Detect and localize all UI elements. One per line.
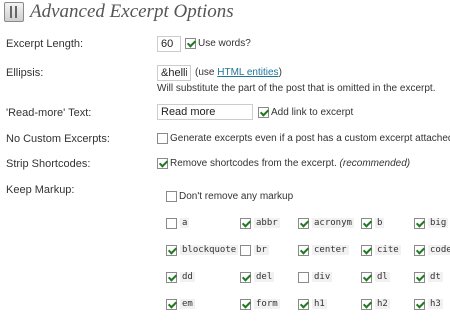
tag-label-dd: dd xyxy=(180,272,195,282)
tools-icon xyxy=(4,2,24,22)
tag-label-h2: h2 xyxy=(375,299,390,309)
tag-checkbox-form[interactable] xyxy=(240,299,251,310)
excerpt-length-input[interactable] xyxy=(157,36,181,52)
entities-hint: (use HTML entities) xyxy=(195,67,282,78)
strip-shortcodes-option: Remove shortcodes from the excerpt. (rec… xyxy=(170,158,411,169)
tag-label-a: a xyxy=(180,218,190,228)
tag-label-abbr: abbr xyxy=(254,218,280,228)
tag-checkbox-acronym[interactable] xyxy=(298,218,309,229)
tag-checkbox-dl[interactable] xyxy=(361,272,372,283)
tag-label-b: b xyxy=(375,218,385,228)
tag-label-acronym: acronym xyxy=(312,218,354,228)
use-words-checkbox[interactable] xyxy=(185,38,196,49)
tag-checkbox-cite[interactable] xyxy=(361,245,372,256)
ellipsis-label: Ellipsis: xyxy=(6,67,44,79)
ellipsis-description: Will substitute the part of the post tha… xyxy=(157,83,436,94)
tag-label-div: div xyxy=(312,272,333,282)
dont-remove-markup-checkbox[interactable] xyxy=(166,191,177,202)
tag-checkbox-em[interactable] xyxy=(166,299,177,310)
tag-label-form: form xyxy=(254,299,280,309)
strip-shortcodes-label: Strip Shortcodes: xyxy=(6,158,91,170)
tag-label-h3: h3 xyxy=(428,299,443,309)
tag-checkbox-h2[interactable] xyxy=(361,299,372,310)
tag-label-big: big xyxy=(428,218,449,228)
tag-label-del: del xyxy=(254,272,275,282)
read-more-input[interactable] xyxy=(157,104,253,120)
tag-label-dl: dl xyxy=(375,272,390,282)
tag-checkbox-h3[interactable] xyxy=(414,299,425,310)
use-words-label: Use words? xyxy=(198,38,251,49)
tag-checkbox-b[interactable] xyxy=(361,218,372,229)
tag-checkbox-dt[interactable] xyxy=(414,272,425,283)
dont-remove-markup-label: Don't remove any markup xyxy=(179,191,294,202)
tag-checkbox-code[interactable] xyxy=(414,245,425,256)
add-link-label: Add link to excerpt xyxy=(271,107,354,118)
ellipsis-input[interactable] xyxy=(157,65,191,81)
tag-label-br: br xyxy=(254,245,269,255)
tag-label-dt: dt xyxy=(428,272,443,282)
tag-checkbox-br[interactable] xyxy=(240,245,251,256)
page-header: Advanced Excerpt Options xyxy=(4,0,234,24)
read-more-label: 'Read-more' Text: xyxy=(6,107,92,119)
excerpt-length-label: Excerpt Length: xyxy=(6,38,84,50)
no-custom-excerpts-label: No Custom Excerpts: xyxy=(6,133,110,145)
tag-label-code: code xyxy=(428,245,450,255)
tag-checkbox-h1[interactable] xyxy=(298,299,309,310)
tag-label-h1: h1 xyxy=(312,299,327,309)
add-link-checkbox[interactable] xyxy=(258,107,269,118)
tag-checkbox-dd[interactable] xyxy=(166,272,177,283)
tag-checkbox-center[interactable] xyxy=(298,245,309,256)
keep-markup-label: Keep Markup: xyxy=(6,184,75,196)
page-title: Advanced Excerpt Options xyxy=(30,1,234,22)
tag-checkbox-del[interactable] xyxy=(240,272,251,283)
tag-checkbox-abbr[interactable] xyxy=(240,218,251,229)
tag-label-blockquote: blockquote xyxy=(180,245,239,255)
tag-checkbox-a[interactable] xyxy=(166,218,177,229)
no-custom-excerpts-checkbox[interactable] xyxy=(157,133,168,144)
tag-checkbox-big[interactable] xyxy=(414,218,425,229)
html-entities-link[interactable]: HTML entities xyxy=(217,67,278,78)
tag-label-cite: cite xyxy=(375,245,401,255)
tag-checkbox-blockquote[interactable] xyxy=(166,245,177,256)
tag-label-center: center xyxy=(312,245,349,255)
no-custom-excerpts-option: Generate excerpts even if a post has a c… xyxy=(170,133,450,144)
strip-shortcodes-checkbox[interactable] xyxy=(157,158,168,169)
tag-label-em: em xyxy=(180,299,195,309)
tag-checkbox-div[interactable] xyxy=(298,272,309,283)
